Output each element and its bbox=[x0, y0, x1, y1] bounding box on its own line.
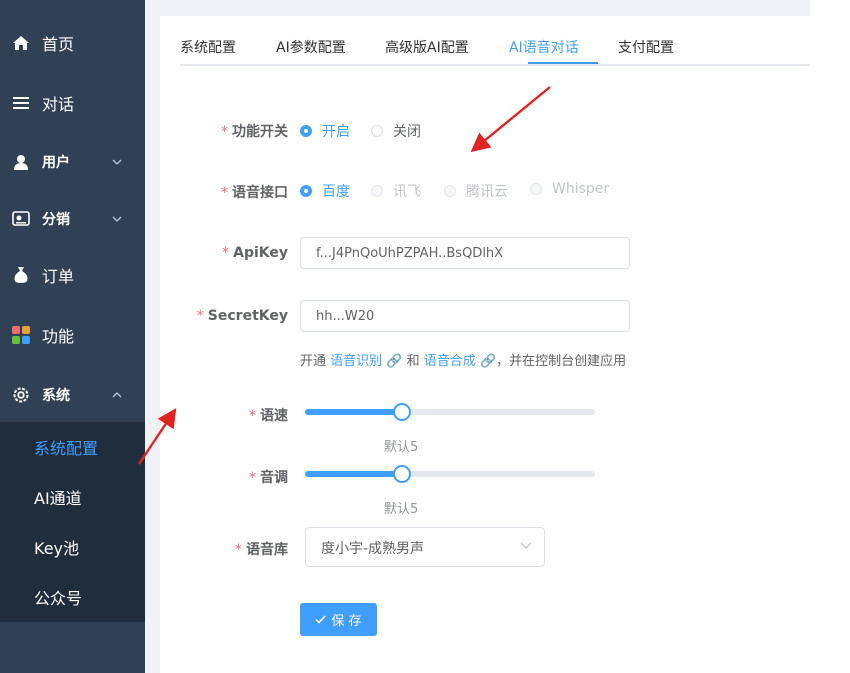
grid-icon bbox=[12, 326, 30, 344]
distribution-icon bbox=[12, 210, 30, 228]
tab-bar: 系统配置 AI参数配置 高级版AI配置 AI语音对话 支付配置 bbox=[180, 32, 810, 66]
check-icon bbox=[315, 615, 326, 624]
radio-dot bbox=[371, 185, 383, 197]
sidebar-item-label: 用户 bbox=[42, 155, 70, 171]
field-label-pitch: * 音调 bbox=[249, 470, 288, 486]
list-icon bbox=[12, 94, 30, 112]
slider-handle[interactable] bbox=[393, 403, 411, 421]
active-tab-indicator bbox=[528, 62, 598, 64]
home-icon bbox=[12, 34, 30, 52]
page-right-margin bbox=[810, 0, 850, 673]
sidebar-item-chat[interactable]: 对话 bbox=[0, 74, 145, 132]
link-icon: 🔗 bbox=[386, 354, 403, 369]
submenu-label: AI通道 bbox=[34, 489, 82, 508]
secretkey-input[interactable] bbox=[300, 300, 630, 332]
sidebar-item-distribution[interactable]: 分销 bbox=[0, 190, 145, 248]
field-label-switch: * 功能开关 bbox=[221, 124, 288, 140]
radio-dot bbox=[530, 183, 542, 195]
sidebar-item-orders[interactable]: 订单 bbox=[0, 246, 145, 304]
link-icon: 🔗 bbox=[479, 354, 497, 369]
radio-api-xunfei[interactable]: 讯飞 bbox=[371, 181, 421, 201]
chevron-up-icon bbox=[112, 392, 122, 398]
sidebar-item-label: 首页 bbox=[42, 35, 75, 54]
sidebar: 首页 对话 用户 分销 订单 功能 系统 系统配置 AI通道 Key池 公众号 bbox=[0, 0, 145, 673]
slider-fill bbox=[305, 409, 402, 415]
pitch-slider[interactable] bbox=[305, 465, 595, 483]
field-label-apikey: * ApiKey bbox=[222, 245, 288, 261]
sidebar-item-users[interactable]: 用户 bbox=[0, 133, 145, 191]
tab-ai-params[interactable]: AI参数配置 bbox=[276, 37, 346, 57]
field-label-api: * 语音接口 bbox=[221, 185, 288, 201]
radio-dot bbox=[444, 185, 456, 197]
sidebar-item-label: 系统 bbox=[42, 388, 70, 404]
pitch-default-text: 默认5 bbox=[384, 502, 419, 517]
field-label-secretkey: * SecretKey bbox=[196, 308, 288, 324]
submenu-label: 系统配置 bbox=[34, 439, 99, 458]
money-bag-icon bbox=[12, 266, 30, 284]
submenu-item-system-config[interactable]: 系统配置 bbox=[0, 422, 145, 472]
save-button[interactable]: 保 存 bbox=[300, 603, 377, 636]
radio-api-tencent[interactable]: 腾讯云 bbox=[444, 181, 508, 201]
tab-system-config[interactable]: 系统配置 bbox=[180, 37, 236, 57]
apikey-input[interactable] bbox=[300, 237, 630, 269]
save-button-label: 保 存 bbox=[331, 614, 362, 629]
radio-dot bbox=[371, 125, 383, 137]
sidebar-item-label: 订单 bbox=[42, 267, 75, 286]
submenu-label: Key池 bbox=[34, 539, 80, 558]
chevron-down-icon bbox=[520, 542, 532, 549]
tab-advanced-ai[interactable]: 高级版AI配置 bbox=[385, 37, 469, 57]
user-icon bbox=[12, 153, 30, 171]
field-label-speed: * 语速 bbox=[249, 408, 288, 424]
submenu-item-key-pool[interactable]: Key池 bbox=[0, 522, 145, 572]
system-submenu: 系统配置 AI通道 Key池 公众号 bbox=[0, 422, 145, 622]
submenu-item-official-account[interactable]: 公众号 bbox=[0, 572, 145, 622]
submenu-item-ai-channel[interactable]: AI通道 bbox=[0, 472, 145, 522]
tab-payment[interactable]: 支付配置 bbox=[618, 37, 674, 57]
chevron-down-icon bbox=[112, 216, 122, 222]
slider-fill bbox=[305, 471, 402, 477]
radio-api-baidu[interactable]: 百度 bbox=[300, 181, 350, 201]
speech-synthesis-link[interactable]: 语音合成 bbox=[424, 354, 476, 369]
gear-icon bbox=[12, 386, 30, 404]
main-panel: 系统配置 AI参数配置 高级版AI配置 AI语音对话 支付配置 * 功能开关 开启… bbox=[160, 16, 810, 673]
chevron-down-icon bbox=[112, 159, 122, 165]
sidebar-item-features[interactable]: 功能 bbox=[0, 306, 145, 364]
submenu-label: 公众号 bbox=[34, 589, 83, 608]
radio-dot bbox=[300, 125, 312, 137]
sidebar-item-home[interactable]: 首页 bbox=[0, 14, 145, 72]
radio-switch-off[interactable]: 关闭 bbox=[371, 121, 421, 141]
speed-default-text: 默认5 bbox=[384, 440, 419, 455]
sidebar-item-label: 对话 bbox=[42, 95, 75, 114]
api-hint: 开通 语音识别 🔗 和 语音合成 🔗，并在控制台创建应用 bbox=[300, 354, 627, 369]
sidebar-item-label: 功能 bbox=[42, 327, 75, 346]
slider-handle[interactable] bbox=[393, 465, 411, 483]
sidebar-item-system[interactable]: 系统 bbox=[0, 366, 145, 424]
voice-select[interactable]: 度小宇-成熟男声 bbox=[305, 527, 545, 567]
speed-slider[interactable] bbox=[305, 403, 595, 421]
tab-ai-voice[interactable]: AI语音对话 bbox=[509, 37, 579, 57]
voice-select-value: 度小宇-成熟男声 bbox=[321, 541, 425, 557]
sidebar-item-label: 分销 bbox=[42, 212, 70, 228]
speech-recognition-link[interactable]: 语音识别 bbox=[330, 354, 382, 369]
radio-api-whisper[interactable]: Whisper bbox=[530, 181, 609, 197]
radio-switch-on[interactable]: 开启 bbox=[300, 121, 350, 141]
radio-dot bbox=[300, 185, 312, 197]
field-label-voice: * 语音库 bbox=[235, 542, 288, 558]
